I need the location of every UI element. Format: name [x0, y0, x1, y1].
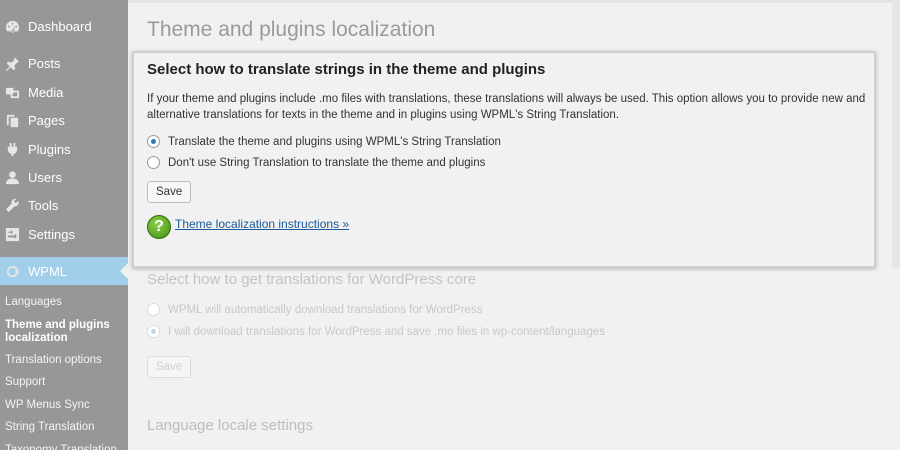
- user-icon: [4, 169, 20, 185]
- option-label: Don't use String Translation to translat…: [168, 156, 486, 169]
- menu-item-plugins[interactable]: Plugins: [0, 135, 128, 163]
- option-no-string-translation[interactable]: Don't use String Translation to translat…: [147, 156, 485, 169]
- submenu-wp-menus-sync[interactable]: WP Menus Sync: [5, 399, 125, 412]
- core-save-button[interactable]: Save: [147, 356, 192, 378]
- menu-item-users[interactable]: Users: [0, 163, 128, 191]
- radio-use-string-translation[interactable]: [147, 135, 160, 148]
- menu-label: Media: [28, 84, 64, 100]
- media-icon: [4, 84, 20, 100]
- core-translations-title: Select how to get translations for WordP…: [147, 271, 477, 288]
- menu-item-media[interactable]: Media: [0, 78, 128, 106]
- menu-label: Settings: [28, 226, 75, 242]
- menu-label: Tools: [28, 197, 59, 213]
- top-divider: [128, 0, 892, 3]
- submenu-translation-options[interactable]: Translation options: [5, 354, 125, 367]
- option-label: WPML will automatically download transla…: [168, 303, 483, 316]
- menu-label: Pages: [28, 112, 65, 128]
- admin-sidebar: Dashboard Posts Media Pages Plugins User…: [0, 0, 128, 450]
- pages-icon: [4, 112, 20, 128]
- help-icon: ?: [147, 215, 171, 239]
- wrench-icon: [4, 197, 20, 213]
- option-use-string-translation[interactable]: Translate the theme and plugins using WP…: [147, 135, 501, 148]
- option-label: Translate the theme and plugins using WP…: [168, 135, 501, 148]
- plugin-icon: [4, 141, 20, 157]
- radio-auto-download[interactable]: [147, 303, 160, 316]
- option-manual-download[interactable]: I will download translations for WordPre…: [147, 325, 605, 338]
- menu-item-tools[interactable]: Tools: [0, 191, 128, 219]
- menu-label: Dashboard: [28, 18, 92, 34]
- menu-item-wpml[interactable]: WPML: [0, 257, 128, 285]
- menu-item-settings[interactable]: Settings: [0, 220, 128, 248]
- language-locale-title: Language locale settings: [147, 417, 313, 434]
- wpml-icon: [4, 263, 20, 279]
- submenu-support[interactable]: Support: [5, 376, 125, 389]
- panel-description: If your theme and plugins include .mo fi…: [147, 93, 866, 121]
- option-auto-download[interactable]: WPML will automatically download transla…: [147, 303, 482, 316]
- settings-icon: [4, 226, 20, 242]
- radio-manual-download[interactable]: [147, 325, 160, 338]
- menu-item-posts[interactable]: Posts: [0, 49, 128, 77]
- main-content: Theme and plugins localization Select ho…: [128, 0, 900, 450]
- option-label: I will download translations for WordPre…: [168, 325, 606, 338]
- theme-localization-instructions-link[interactable]: Theme localization instructions »: [175, 217, 349, 231]
- string-translation-panel: Select how to translate strings in the t…: [132, 51, 876, 268]
- dashboard-icon: [4, 18, 20, 34]
- menu-label: WPML: [28, 263, 67, 279]
- save-button[interactable]: Save: [147, 181, 192, 203]
- panel-title: Select how to translate strings in the t…: [147, 61, 546, 78]
- menu-label: Plugins: [28, 141, 71, 157]
- scrollbar-track[interactable]: [892, 0, 900, 268]
- submenu-theme-plugins-localization[interactable]: Theme and plugins localization: [5, 319, 125, 345]
- menu-label: Posts: [28, 55, 61, 71]
- menu-label: Users: [28, 169, 62, 185]
- menu-item-pages[interactable]: Pages: [0, 106, 128, 134]
- menu-item-dashboard[interactable]: Dashboard: [0, 12, 128, 40]
- page-title: Theme and plugins localization: [147, 18, 436, 41]
- pin-icon: [4, 55, 20, 71]
- submenu-taxonomy-translation[interactable]: Taxonomy Translation: [5, 444, 125, 450]
- submenu-languages[interactable]: Languages: [5, 296, 125, 309]
- radio-no-string-translation[interactable]: [147, 156, 160, 169]
- submenu-string-translation[interactable]: String Translation: [5, 421, 125, 434]
